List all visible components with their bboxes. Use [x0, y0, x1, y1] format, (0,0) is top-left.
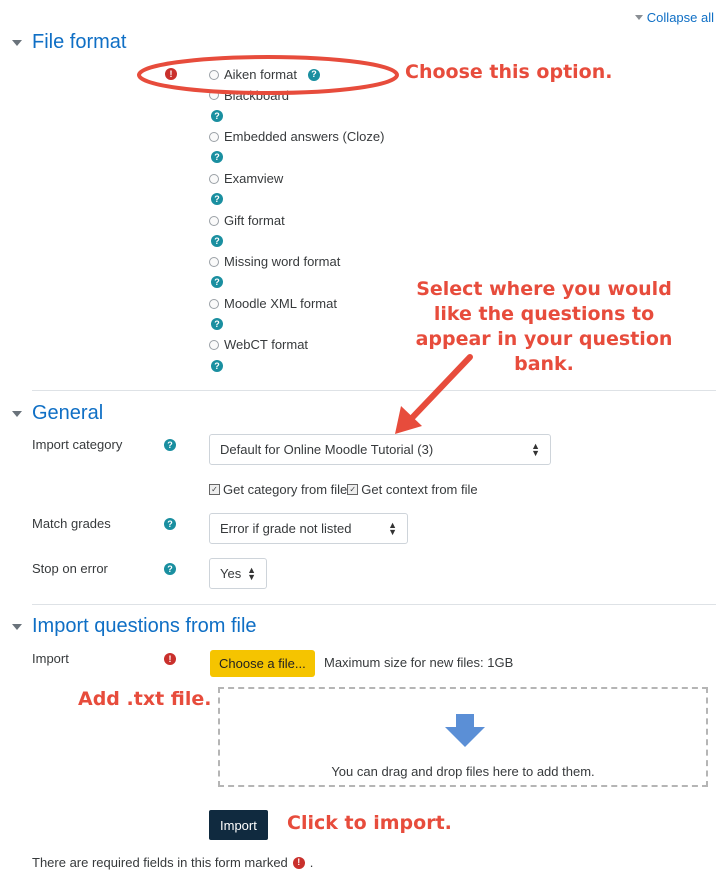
radio-icon[interactable]	[209, 298, 219, 309]
select-value: Yes	[220, 566, 242, 581]
section-header-general[interactable]: General	[12, 402, 103, 425]
select-value: Error if grade not listed	[220, 521, 352, 536]
section-header-import-file[interactable]: Import questions from file	[12, 615, 257, 638]
choose-file-button[interactable]: Choose a file...	[210, 650, 315, 677]
import-button-label: Import	[220, 817, 257, 833]
radio-icon[interactable]	[209, 215, 219, 226]
match-grades-label: Match grades	[32, 516, 111, 531]
top-cut-off-text	[0, 0, 120, 4]
required-note: There are required fields in this form m…	[32, 855, 313, 870]
import-category-select[interactable]: Default for Online Moodle Tutorial (3) ▲…	[209, 434, 551, 465]
help-icon[interactable]: ?	[211, 276, 223, 288]
help-icon[interactable]: ?	[211, 235, 223, 247]
required-note-period: .	[309, 855, 314, 870]
checkbox-label: Get category from file	[223, 482, 348, 497]
collapse-all-label: Collapse all	[646, 10, 714, 25]
required-icon: !	[292, 856, 305, 869]
import-label: Import	[32, 651, 69, 666]
help-icon[interactable]: ?	[164, 518, 176, 530]
collapse-all-link[interactable]: Collapse all	[634, 10, 714, 25]
radio-option-cloze[interactable]: Embedded answers (Cloze)	[209, 129, 384, 144]
section-header-file-format[interactable]: File format	[12, 31, 126, 54]
max-size-text: Maximum size for new files: 1GB	[324, 655, 514, 670]
caret-down-icon	[12, 39, 22, 46]
radio-label: Gift format	[224, 213, 285, 228]
dropzone-text: You can drag and drop files here to add …	[331, 764, 595, 779]
required-note-text: There are required fields in this form m…	[32, 855, 288, 870]
down-arrow-icon	[445, 714, 485, 747]
stop-on-error-label: Stop on error	[32, 561, 108, 576]
highlight-ellipse	[137, 55, 399, 95]
annotation-choose-option: Choose this option.	[405, 61, 613, 83]
import-button[interactable]: Import	[209, 810, 268, 840]
radio-label: Moodle XML format	[224, 296, 337, 311]
radio-label: Examview	[224, 171, 284, 186]
help-icon[interactable]: ?	[211, 360, 223, 372]
choose-file-label: Choose a file...	[219, 656, 306, 671]
section-title: General	[32, 402, 104, 424]
radio-icon[interactable]	[209, 173, 219, 184]
stop-on-error-select[interactable]: Yes ▲ ▼	[209, 558, 267, 589]
caret-down-icon	[12, 623, 22, 630]
select-updown-icon: ▲ ▼	[531, 440, 540, 458]
section-title: File format	[32, 31, 127, 53]
annotation-add-txt: Add .txt file.	[78, 688, 212, 710]
select-updown-icon: ▲ ▼	[388, 519, 397, 537]
checkbox-icon[interactable]: ✓	[347, 484, 359, 495]
select-updown-icon: ▲ ▼	[247, 564, 256, 582]
match-grades-select[interactable]: Error if grade not listed ▲ ▼	[209, 513, 408, 544]
section-divider	[32, 604, 716, 605]
radio-option-missing-word[interactable]: Missing word format	[209, 254, 340, 269]
import-category-label: Import category	[32, 437, 123, 452]
radio-option-examview[interactable]: Examview	[209, 171, 283, 186]
annotation-click-import: Click to import.	[287, 812, 452, 834]
section-divider	[32, 390, 716, 391]
file-dropzone[interactable]: You can drag and drop files here to add …	[218, 687, 708, 787]
help-icon[interactable]: ?	[164, 563, 176, 575]
get-category-checkbox[interactable]: ✓ Get category from file	[209, 482, 347, 497]
get-context-checkbox[interactable]: ✓ Get context from file	[347, 482, 478, 497]
radio-option-webct[interactable]: WebCT format	[209, 337, 308, 352]
help-icon[interactable]: ?	[211, 151, 223, 163]
radio-icon[interactable]	[209, 339, 219, 350]
help-icon[interactable]: ?	[211, 193, 223, 205]
radio-option-gift[interactable]: Gift format	[209, 213, 285, 228]
section-title: Import questions from file	[32, 615, 257, 637]
checkbox-row: ✓ Get category from file ✓ Get context f…	[209, 482, 478, 497]
radio-icon[interactable]	[209, 256, 219, 267]
radio-label: Missing word format	[224, 254, 341, 269]
radio-option-moodle-xml[interactable]: Moodle XML format	[209, 296, 337, 311]
help-icon[interactable]: ?	[211, 110, 223, 122]
select-value: Default for Online Moodle Tutorial (3)	[220, 442, 434, 457]
help-icon[interactable]: ?	[164, 439, 176, 451]
checkbox-icon[interactable]: ✓	[209, 484, 220, 495]
annotation-arrow	[395, 354, 473, 434]
caret-down-icon	[634, 15, 643, 20]
required-icon: !	[164, 653, 176, 665]
checkbox-label: Get context from file	[361, 482, 478, 497]
radio-label: Embedded answers (Cloze)	[224, 129, 385, 144]
radio-icon[interactable]	[209, 131, 219, 142]
caret-down-icon	[12, 410, 22, 417]
radio-label: WebCT format	[224, 337, 309, 352]
help-icon[interactable]: ?	[211, 318, 223, 330]
